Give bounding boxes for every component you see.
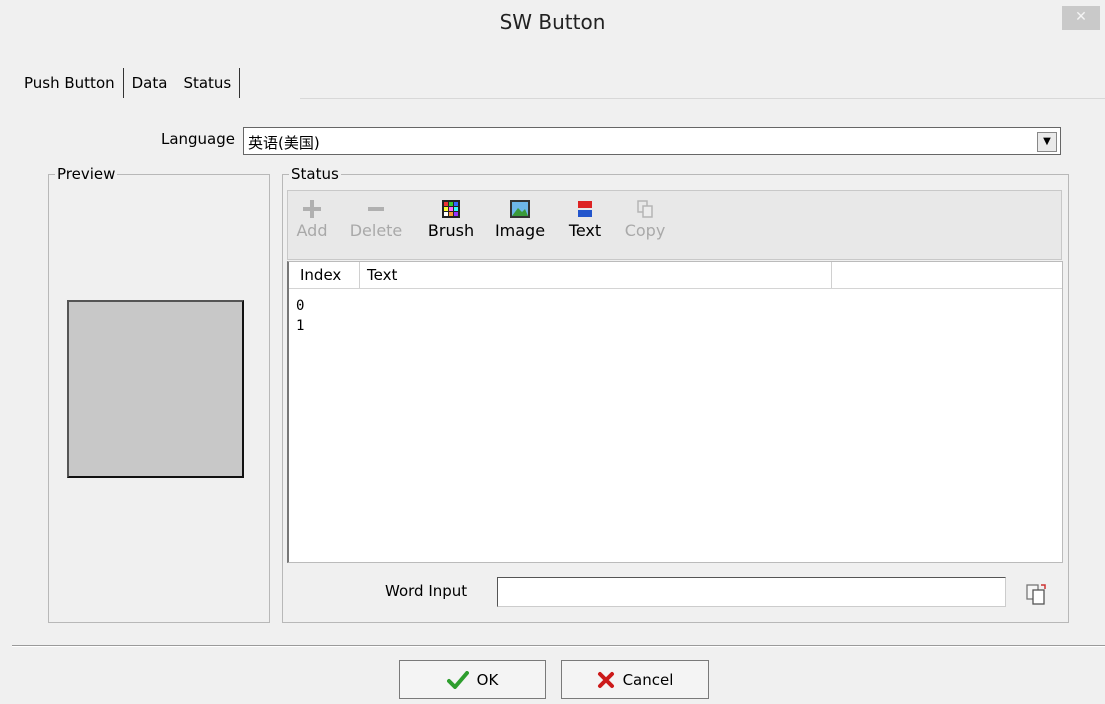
dialog-title: SW Button xyxy=(499,10,606,34)
copy-label: Copy xyxy=(624,221,666,240)
preview-legend: Preview xyxy=(57,165,116,183)
language-label: Language xyxy=(160,130,235,148)
dropdown-arrow-icon[interactable]: ▼ xyxy=(1037,132,1057,152)
preview-swatch xyxy=(67,300,244,478)
column-separator[interactable] xyxy=(831,262,832,288)
status-toolbar: Add Delete Brush Image Text Copy xyxy=(287,190,1062,260)
ok-button[interactable]: OK xyxy=(399,660,546,699)
tab-status[interactable]: Status xyxy=(175,68,241,98)
close-button[interactable]: ✕ xyxy=(1062,6,1100,30)
cross-icon xyxy=(597,671,614,688)
tab-push-button[interactable]: Push Button xyxy=(16,68,124,98)
image-button[interactable]: Image xyxy=(487,197,553,240)
brush-button[interactable]: Brush xyxy=(421,197,481,240)
minus-icon xyxy=(345,197,407,221)
add-label: Add xyxy=(296,221,328,240)
status-table[interactable]: Index Text 0 1 xyxy=(287,261,1063,563)
brush-icon xyxy=(421,197,481,221)
column-separator[interactable] xyxy=(359,262,360,288)
column-header-text[interactable]: Text xyxy=(367,266,397,284)
table-row[interactable]: 1 xyxy=(296,318,304,334)
word-input-label: Word Input xyxy=(385,582,468,600)
cancel-label: Cancel xyxy=(622,670,674,689)
table-header: Index Text xyxy=(289,262,1062,289)
row-index: 0 xyxy=(296,298,305,314)
status-legend: Status xyxy=(291,165,339,183)
tab-data[interactable]: Data xyxy=(124,68,176,98)
word-input-field[interactable] xyxy=(497,577,1006,607)
copy-icon xyxy=(620,197,670,221)
ok-label: OK xyxy=(476,670,499,689)
brush-label: Brush xyxy=(427,221,475,240)
copy-button[interactable]: Copy xyxy=(620,197,670,240)
language-select[interactable]: 英语(美国) ▼ xyxy=(243,127,1061,155)
tab-bar: Push Button Data Status xyxy=(16,62,241,98)
delete-label: Delete xyxy=(349,221,403,240)
text-icon xyxy=(560,197,610,221)
language-value: 英语(美国) xyxy=(248,134,320,152)
row-index: 1 xyxy=(296,318,305,334)
plus-icon xyxy=(291,197,333,221)
check-icon xyxy=(446,670,469,689)
text-button[interactable]: Text xyxy=(560,197,610,240)
paste-icon xyxy=(1026,584,1046,605)
paste-button[interactable] xyxy=(1024,582,1048,606)
table-row[interactable]: 0 xyxy=(296,298,304,314)
cancel-button[interactable]: Cancel xyxy=(561,660,709,699)
add-button[interactable]: Add xyxy=(291,197,333,240)
column-header-index[interactable]: Index xyxy=(300,266,341,284)
image-icon xyxy=(487,197,553,221)
text-label: Text xyxy=(568,221,602,240)
delete-button[interactable]: Delete xyxy=(345,197,407,240)
tab-divider xyxy=(300,98,1105,99)
image-label: Image xyxy=(494,221,546,240)
footer-separator xyxy=(12,645,1105,647)
